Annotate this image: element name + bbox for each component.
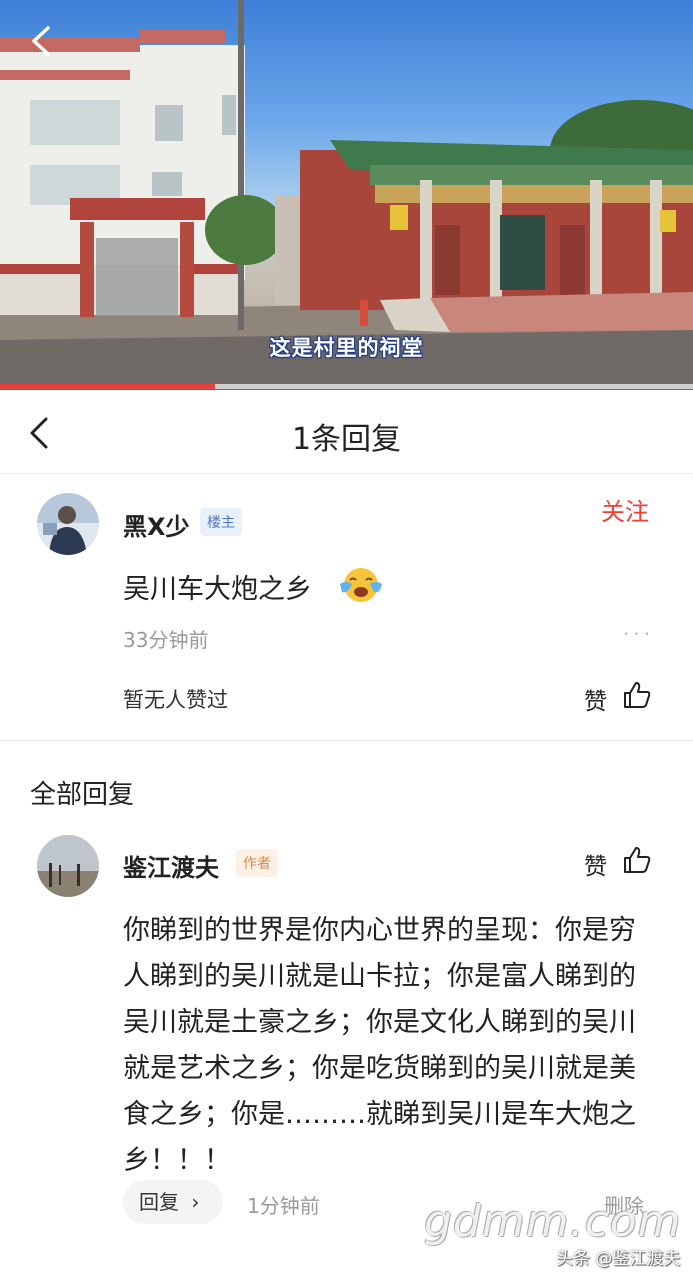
video-progress-fill [0, 384, 215, 389]
site-watermark: gdmm.com [424, 1196, 682, 1247]
original-comment-text: 吴川车大炮之乡 [123, 574, 312, 605]
chevron-right-icon: › [191, 1190, 200, 1214]
thumbs-up-icon [624, 847, 651, 873]
thumbs-up-icon [624, 682, 651, 708]
all-replies-heading: 全部回复 [30, 780, 135, 810]
reply-header: 1条回复 [0, 390, 693, 474]
original-like-button[interactable]: 赞 [584, 680, 654, 715]
original-comment-time: 33分钟前 [123, 628, 209, 652]
page-title: 1条回复 [291, 422, 402, 457]
section-divider [0, 740, 693, 741]
more-options-button[interactable]: ··· [623, 622, 654, 646]
reply-author-name[interactable]: 鉴江渡夫 [123, 848, 219, 883]
reply-text: 你睇到的世界是你内心世界的呈现：你是穷人睇到的吴川就是山卡拉；你是富人睇到的吴川… [123, 915, 636, 1176]
reply-button-label: 回复 [139, 1190, 179, 1214]
follow-button[interactable]: 关注 [601, 492, 649, 527]
original-like-label: 赞 [584, 689, 607, 715]
video-back-icon[interactable] [26, 24, 60, 58]
reply-button[interactable]: 回复 › [123, 1180, 223, 1224]
avatar-reply-author[interactable] [37, 835, 99, 897]
avatar-original-commenter[interactable] [37, 493, 99, 555]
host-badge: 楼主 [200, 508, 242, 536]
author-badge: 作者 [236, 849, 278, 877]
reply-like-button[interactable]: 赞 [584, 845, 654, 880]
loudly-crying-emoji-icon [340, 568, 382, 602]
no-likes-text: 暂无人赞过 [123, 688, 228, 712]
reply-like-label: 赞 [584, 854, 607, 880]
video-subtitle: 这是村里的祠堂 [269, 336, 424, 360]
video-player[interactable]: 这是村里的祠堂 [0, 0, 693, 390]
author-watermark: 头条 @鉴江渡夫 [556, 1249, 681, 1269]
reply-time: 1分钟前 [247, 1194, 320, 1218]
original-commenter-name[interactable]: 黑X少 [123, 507, 190, 542]
